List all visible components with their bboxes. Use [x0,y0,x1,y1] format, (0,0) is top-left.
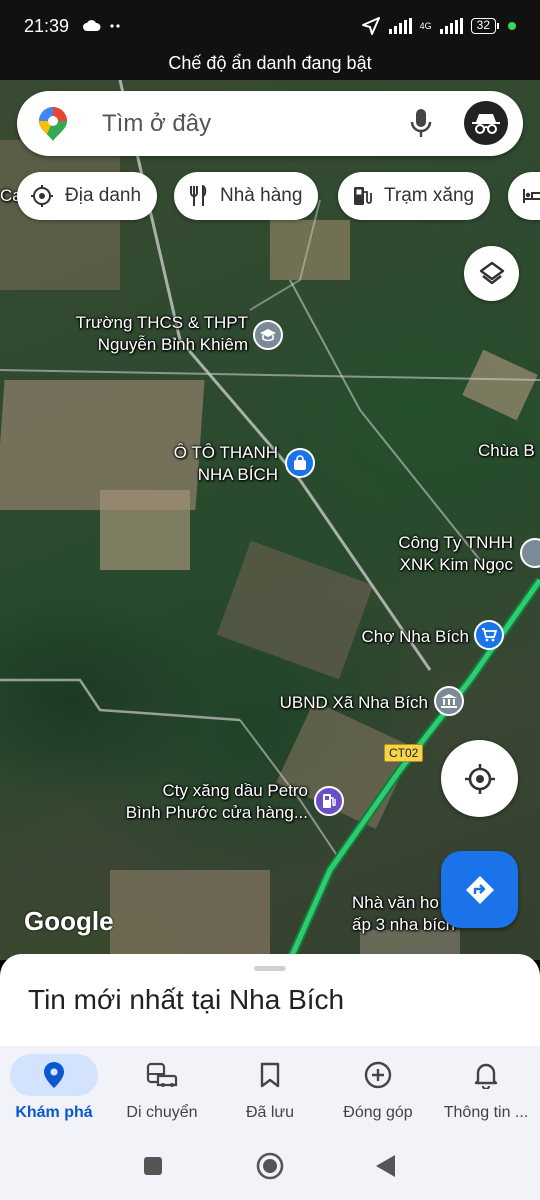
nav-saved[interactable]: Đã lưu [216,1054,324,1132]
company-line2: XNK Kim Ngọc [399,555,513,574]
gas-pump-icon [354,187,372,205]
cloud-icon [83,20,101,31]
signal-icon [388,18,412,34]
commute-icon [146,1062,178,1087]
recents-square-icon[interactable] [143,1156,163,1176]
gas-station-line2: Bình Phước cửa hàng... [125,803,308,822]
bottom-nav: Khám phá Di chuyển Đã lưu Đóng góp Thông… [0,1046,540,1134]
school-name-line2: Nguyễn Bỉnh Khiêm [97,335,248,354]
map-label-ubnd[interactable]: UBND Xã Nha Bích [280,692,428,714]
nav-explore[interactable]: Khám phá [0,1054,108,1132]
layers-icon [479,261,504,284]
map-label-culture-house[interactable]: Nhà văn ho ấp 3 nha bích [352,892,455,936]
company-line1: Công Ty TNHH [398,533,513,552]
government-pin-icon[interactable] [434,686,464,716]
bookmark-icon [260,1062,280,1088]
my-location-button[interactable] [441,740,518,817]
map-label-temple[interactable]: Chùa B [478,440,535,462]
search-bar[interactable]: Tìm ở đây [17,91,523,156]
gas-pin-icon[interactable] [314,786,344,816]
sheet-title: Tin mới nhất tại Nha Bích [28,984,345,1015]
nav-updates-label: Thông tin ... [443,1104,529,1121]
bell-icon [474,1063,498,1089]
fork-knife-icon [190,185,207,206]
school-pin-icon[interactable] [253,320,283,350]
crosshair-icon [464,763,495,794]
culture-house-line2: ấp 3 nha bích [352,915,456,934]
map-label-gas-station[interactable]: Cty xăng dầu Petro Bình Phước cửa hàng..… [126,780,308,824]
road-shield-ct02: CT02 [384,744,424,762]
map-label-market[interactable]: Chợ Nha Bích [361,626,469,648]
nav-commute[interactable]: Di chuyển [108,1054,216,1132]
incognito-account-button[interactable] [464,101,508,145]
maps-pin-logo-icon [39,107,67,141]
network-type: 4G [419,21,432,31]
add-circle-icon [364,1061,392,1089]
directions-icon [465,875,494,904]
system-nav-bar [0,1134,540,1200]
gas-station-line1: Cty xăng dầu Petro [162,781,308,800]
nav-explore-label: Khám phá [15,1104,93,1121]
nav-commute-label: Di chuyển [126,1104,198,1121]
location-arrow-icon [361,17,380,35]
map-label-school[interactable]: Trường THCS & THPT Nguyễn Bỉnh Khiêm [76,312,248,356]
bottom-sheet[interactable]: Tin mới nhất tại Nha Bích [0,954,540,1050]
school-name-line1: Trường THCS & THPT [75,313,248,332]
status-right-icons: 4G 32 [361,16,516,36]
hotel-bed-icon [523,189,540,203]
signal-icon [439,18,463,34]
incognito-banner: Chế độ ẩn danh đang bật [0,52,540,80]
nav-contribute-label: Đóng góp [343,1104,413,1121]
microphone-icon[interactable] [409,107,433,139]
nav-updates[interactable]: Thông tin ... [432,1054,540,1132]
nav-saved-label: Đã lưu [245,1104,295,1121]
dot-icon [508,22,516,30]
directions-button[interactable] [441,851,518,928]
incognito-icon [472,114,500,134]
home-circle-icon[interactable] [256,1152,284,1180]
shopping-bag-pin-icon[interactable] [285,448,315,478]
car-shop-line1: Ô TÔ THANH [173,443,278,462]
battery-icon: 32 [470,18,500,34]
category-chips: Địa danh Nhà hàng Trạm xăng [0,172,540,222]
map-label-car-shop[interactable]: Ô TÔ THANH NHA BÍCH [174,442,278,486]
more-dots-icon [110,24,120,28]
status-time: 21:39 [24,15,70,36]
map-layers-button[interactable] [464,246,519,301]
culture-house-line1: Nhà văn ho [352,893,439,912]
car-shop-line2: NHA BÍCH [197,465,278,484]
chip-gas-stations-label: Trạm xăng [384,185,475,206]
landmark-icon [31,185,53,207]
status-bar: 21:39 4G 32 [0,0,540,52]
map-label-company[interactable]: Công Ty TNHH XNK Kim Ngọc [398,532,513,576]
chip-landmarks-label: Địa danh [65,185,142,206]
nav-contribute[interactable]: Đóng góp [324,1054,432,1132]
chip-restaurants-label: Nhà hàng [220,185,303,206]
cart-pin-icon[interactable] [474,620,504,650]
search-input[interactable]: Tìm ở đây [102,110,211,138]
chip-gas-stations[interactable]: Trạm xăng [338,172,491,220]
status-left-icons [83,20,121,32]
chip-landmarks[interactable]: Địa danh [17,172,158,220]
chip-hotels[interactable] [508,172,540,220]
explore-pin-icon [44,1062,64,1088]
back-triangle-icon[interactable] [375,1154,397,1178]
chip-restaurants[interactable]: Nhà hàng [174,172,319,220]
google-logo: Google [24,906,114,936]
drag-handle[interactable] [254,966,286,971]
